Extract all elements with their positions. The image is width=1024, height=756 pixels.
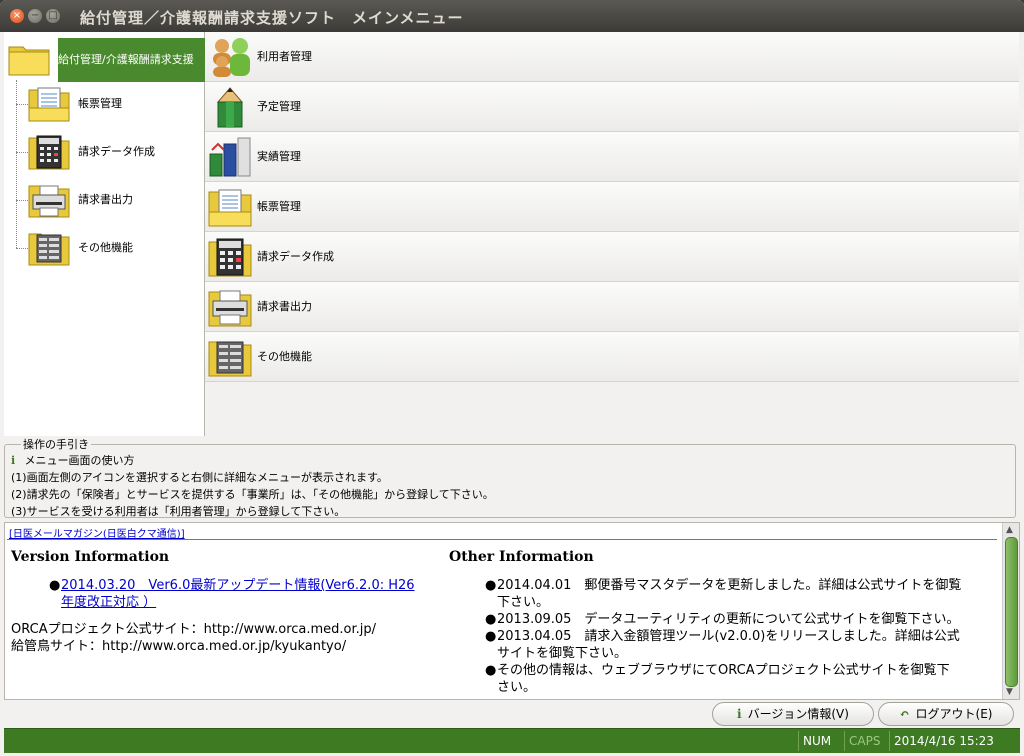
version-info-button[interactable]: i バージョン情報(V) bbox=[712, 702, 874, 726]
minimize-window-button[interactable]: − bbox=[28, 9, 42, 23]
pencil-icon bbox=[216, 87, 244, 128]
caps-lock-indicator: CAPS bbox=[844, 731, 884, 751]
minimize-icon: − bbox=[30, 10, 40, 21]
tree-root-label: 給付管理/介護報酬請求支援 bbox=[58, 38, 208, 82]
table-folder-icon bbox=[208, 341, 252, 377]
menu-item-user-management[interactable]: 利用者管理 bbox=[205, 32, 1019, 82]
guide-line: (3)サービスを受ける利用者は「利用者管理」から登録して下さい。 bbox=[11, 505, 346, 518]
menu-item-schedule-management[interactable]: 予定管理 bbox=[205, 82, 1019, 132]
bullet-icon: ● bbox=[485, 578, 497, 593]
tree-root-item[interactable]: 給付管理/介護報酬請求支援 bbox=[6, 36, 208, 82]
menu-item-results-management[interactable]: 実績管理 bbox=[205, 132, 1019, 182]
maximize-icon: □ bbox=[48, 10, 58, 21]
document-folder-icon bbox=[208, 189, 252, 227]
kyukan-site-text: 給管鳥サイト：http://www.orca.med.or.jp/kyukant… bbox=[11, 639, 347, 654]
info-icon: i bbox=[11, 454, 16, 467]
guide-line: (2)請求先の「保険者」とサービスを提供する「事業所」は、「その他機能」から登録… bbox=[11, 488, 494, 501]
operation-guide: 操作の手引き i メニュー画面の使い方 (1)画面左側のアイコンを選択すると右側… bbox=[4, 436, 1016, 520]
navigation-tree: 給付管理/介護報酬請求支援 帳票管理 請求データ作成 請求書出力 その他機能 bbox=[4, 32, 208, 436]
menu-item-label: その他機能 bbox=[257, 350, 312, 363]
printer-folder-icon bbox=[28, 185, 70, 218]
window-controls: × − □ bbox=[10, 9, 60, 23]
guide-heading: メニュー画面の使い方 bbox=[24, 454, 135, 467]
tree-item-label: 帳票管理 bbox=[78, 97, 122, 110]
bar-chart-icon bbox=[209, 137, 251, 177]
guide-text: i メニュー画面の使い方 (1)画面左側のアイコンを選択すると右側に詳細なメニュ… bbox=[11, 452, 494, 520]
menu-item-label: 請求書出力 bbox=[257, 300, 312, 313]
logout-button[interactable]: ↶ ログアウト(E) bbox=[878, 702, 1014, 726]
calculator-folder-icon bbox=[28, 135, 70, 170]
version-item: ● 2014.03.20 Ver6.0最新アップデート情報(Ver6.2.0: … bbox=[49, 577, 415, 611]
status-bar: NUM CAPS 2014/4/16 15:23 bbox=[4, 728, 1020, 753]
menu-item-report-management[interactable]: 帳票管理 bbox=[205, 182, 1019, 232]
menu-item-label: 帳票管理 bbox=[257, 200, 301, 213]
guide-legend: 操作の手引き bbox=[21, 436, 91, 452]
tree-item-report-management[interactable]: 帳票管理 bbox=[16, 84, 202, 124]
menu-item-other-functions[interactable]: その他機能 bbox=[205, 332, 1019, 382]
maximize-window-button[interactable]: □ bbox=[46, 9, 60, 23]
version-info-title: Version Information bbox=[11, 549, 170, 565]
tree-item-label: その他機能 bbox=[78, 241, 133, 254]
other-item: ● その他の情報は、ウェブブラウザにてORCAプロジェクト公式サイトを御覧下 さ… bbox=[485, 663, 950, 695]
button-bar: i バージョン情報(V) ↶ ログアウト(E) bbox=[0, 700, 1024, 728]
tree-item-label: 請求書出力 bbox=[78, 193, 133, 206]
scroll-up-icon[interactable]: ▲ bbox=[1006, 525, 1013, 535]
close-icon: × bbox=[12, 10, 22, 21]
other-info-title: Other Information bbox=[449, 549, 594, 565]
close-window-button[interactable]: × bbox=[10, 9, 24, 23]
menu-item-billing-data[interactable]: 請求データ作成 bbox=[205, 232, 1019, 282]
scroll-thumb[interactable] bbox=[1005, 537, 1018, 687]
update-info-link-cont[interactable]: 年度改正対応 ） bbox=[61, 594, 415, 611]
table-folder-icon bbox=[28, 233, 70, 266]
bullet-icon: ● bbox=[49, 578, 61, 593]
tree-item-billing-data[interactable]: 請求データ作成 bbox=[16, 132, 202, 172]
num-lock-indicator: NUM bbox=[798, 731, 835, 751]
orca-site-text: ORCAプロジェクト公式サイト：http://www.orca.med.or.j… bbox=[11, 622, 377, 637]
guide-line: (1)画面左側のアイコンを選択すると右側に詳細なメニューが表示されます。 bbox=[11, 471, 388, 484]
menu-item-label: 予定管理 bbox=[257, 100, 301, 113]
main-window: × − □ 給付管理／介護報酬請求支援ソフト メインメニュー 給付管理/介護報酬… bbox=[0, 0, 1024, 756]
divider bbox=[7, 539, 997, 540]
other-item: ● 2013.09.05 データユーティリティの更新について公式サイトを御覧下さ… bbox=[485, 612, 960, 627]
title-bar[interactable]: × − □ 給付管理／介護報酬請求支援ソフト メインメニュー bbox=[0, 0, 1024, 32]
printer-folder-icon bbox=[208, 290, 252, 327]
mail-magazine-link[interactable]: [日医メールマガジン(日医白クマ通信)] bbox=[9, 525, 185, 540]
tree-item-label: 請求データ作成 bbox=[78, 145, 155, 158]
vertical-scrollbar[interactable]: ▲ ▼ bbox=[1002, 523, 1019, 699]
menu-panel: 利用者管理 予定管理 実績管理 帳票管理 請求データ作成 請求書出力 その他機能 bbox=[205, 32, 1019, 436]
menu-item-label: 利用者管理 bbox=[257, 50, 312, 63]
other-item: ● 2013.04.05 請求入金額管理ツール(v2.0.0)をリリースしました… bbox=[485, 629, 960, 661]
users-icon bbox=[213, 38, 250, 77]
update-info-link[interactable]: 2014.03.20 Ver6.0最新アップデート情報(Ver6.2.0: H2… bbox=[61, 577, 415, 594]
menu-item-invoice-output[interactable]: 請求書出力 bbox=[205, 282, 1019, 332]
calculator-folder-icon bbox=[208, 238, 252, 277]
bullet-icon: ● bbox=[485, 663, 497, 678]
bullet-icon: ● bbox=[485, 629, 497, 644]
document-folder-icon bbox=[28, 87, 70, 122]
datetime-display: 2014/4/16 15:23 bbox=[889, 731, 998, 751]
window-title: 給付管理／介護報酬請求支援ソフト メインメニュー bbox=[80, 9, 464, 27]
folder-icon bbox=[8, 46, 50, 76]
info-icon: i bbox=[737, 707, 742, 721]
bullet-icon: ● bbox=[485, 612, 497, 627]
menu-item-label: 請求データ作成 bbox=[257, 250, 334, 263]
tree-item-invoice-output[interactable]: 請求書出力 bbox=[16, 180, 202, 220]
menu-item-label: 実績管理 bbox=[257, 150, 301, 163]
scroll-down-icon[interactable]: ▼ bbox=[1006, 687, 1013, 697]
info-browser[interactable]: [日医メールマガジン(日医白クマ通信)] Version Information… bbox=[4, 522, 1020, 700]
tree-item-other-functions[interactable]: その他機能 bbox=[16, 228, 202, 268]
other-item: ● 2014.04.01 郵便番号マスタデータを更新しました。詳細は公式サイトを… bbox=[485, 578, 962, 610]
logout-icon: ↶ bbox=[899, 707, 910, 721]
